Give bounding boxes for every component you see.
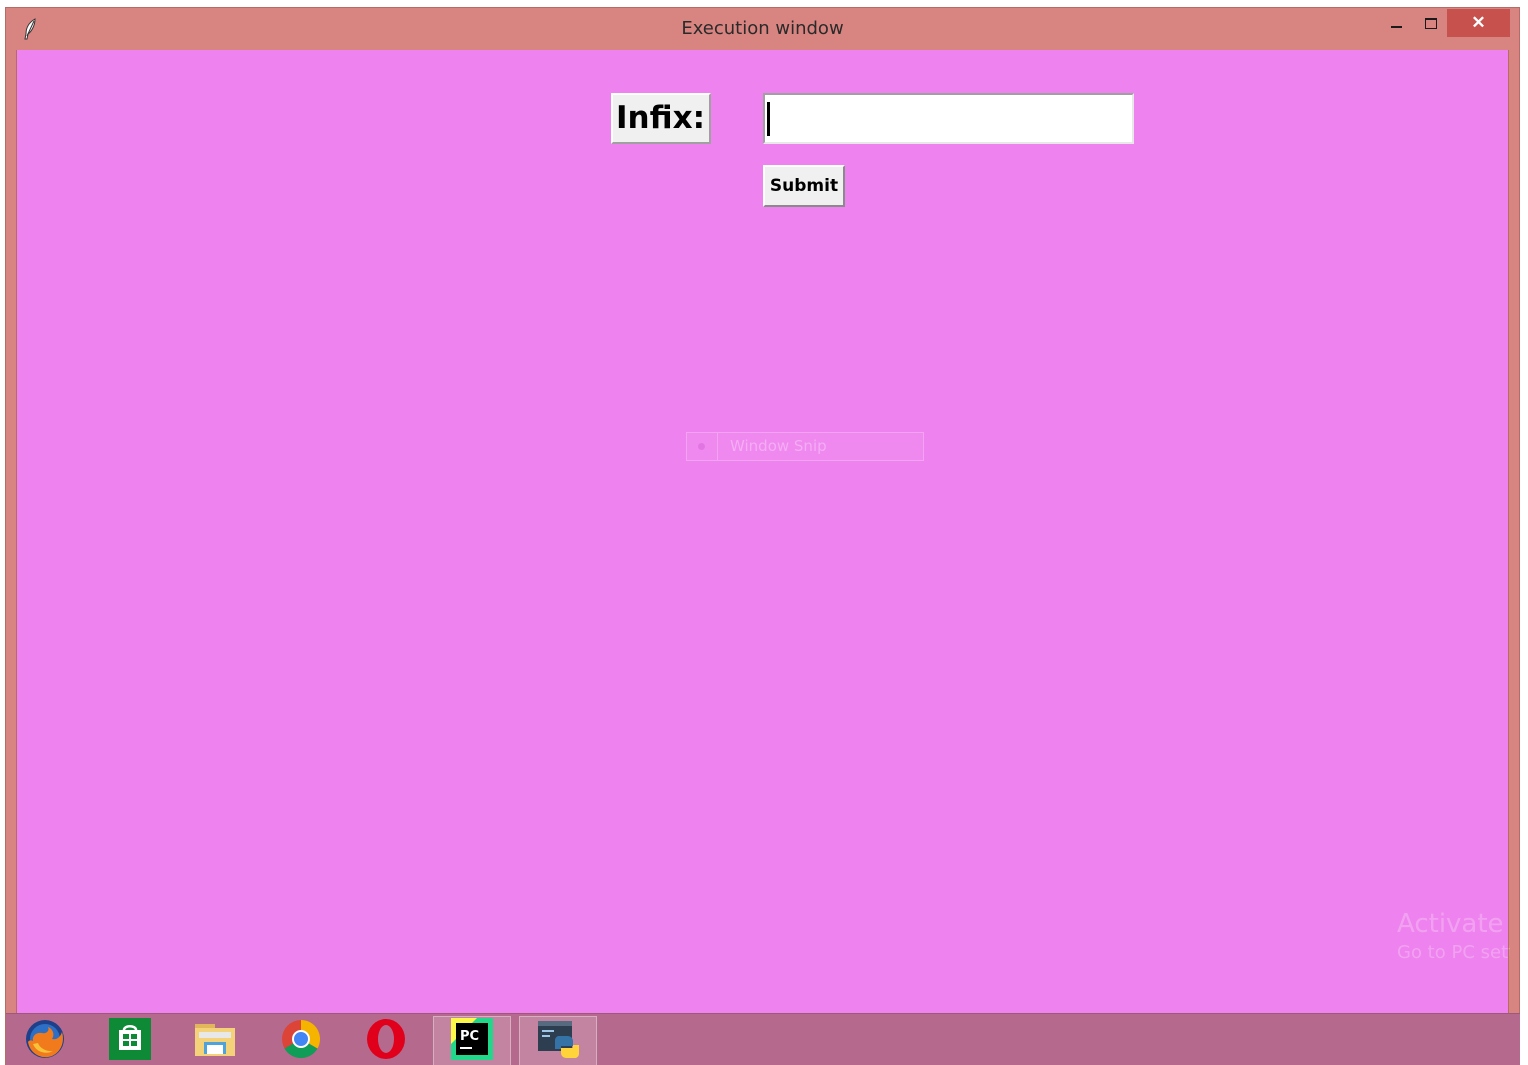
taskbar-item-firefox[interactable] xyxy=(6,1016,84,1065)
submit-button[interactable]: Submit xyxy=(763,165,845,207)
svg-text:PC: PC xyxy=(460,1029,479,1044)
pycharm-icon: PC xyxy=(451,1017,493,1065)
close-button[interactable]: ✕ xyxy=(1447,9,1510,37)
taskbar-item-pycharm[interactable]: PC xyxy=(433,1016,511,1065)
taskbar-item-chrome[interactable] xyxy=(262,1016,340,1065)
desktop-screen: Execution window ✕ Infix: Submit Window … xyxy=(0,0,1528,1065)
chrome-icon xyxy=(280,1018,322,1065)
taskbar: PC xyxy=(6,1013,1520,1065)
firefox-icon xyxy=(24,1018,66,1065)
title-bar[interactable]: Execution window ✕ xyxy=(6,8,1519,50)
close-icon: ✕ xyxy=(1471,13,1486,32)
window-snip-overlay: Window Snip xyxy=(686,432,924,461)
minimize-button[interactable] xyxy=(1381,9,1411,37)
watermark-title: Activate W xyxy=(1397,909,1510,939)
store-icon xyxy=(109,1017,151,1065)
window-title: Execution window xyxy=(681,18,844,39)
infix-label: Infix: xyxy=(611,93,711,144)
taskbar-item-python-idle[interactable] xyxy=(519,1016,597,1065)
text-cursor xyxy=(767,102,770,136)
snip-mode-box xyxy=(687,433,718,460)
watermark-subtitle: Go to PC setti xyxy=(1397,942,1510,963)
maximize-button[interactable] xyxy=(1416,9,1446,37)
taskbar-item-opera[interactable] xyxy=(347,1016,425,1065)
activation-watermark: Activate W Go to PC setti xyxy=(1397,908,1510,966)
opera-icon xyxy=(365,1018,407,1065)
window-content: Infix: Submit Window Snip Activate W Go … xyxy=(16,50,1510,1016)
minimize-icon xyxy=(1390,26,1402,28)
infix-input[interactable] xyxy=(763,93,1134,144)
maximize-icon xyxy=(1425,17,1437,29)
taskbar-item-store[interactable] xyxy=(91,1016,169,1065)
taskbar-item-file-explorer[interactable] xyxy=(176,1016,254,1065)
python-idle-icon xyxy=(536,1018,580,1065)
record-dot-icon xyxy=(698,443,705,450)
execution-window: Execution window ✕ Infix: Submit Window … xyxy=(5,7,1520,1065)
file-explorer-icon xyxy=(192,1018,238,1065)
snip-label: Window Snip xyxy=(730,437,827,455)
